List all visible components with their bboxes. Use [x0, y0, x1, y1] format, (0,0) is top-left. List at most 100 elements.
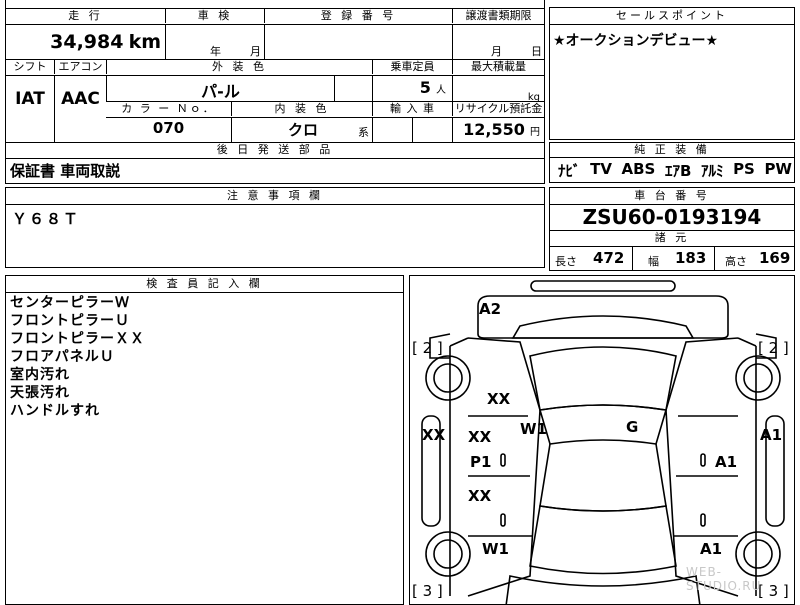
exterior-color-value: パ-ル: [106, 76, 334, 101]
windshield-shape: [529, 346, 677, 411]
registration-value-cell: [264, 25, 452, 59]
width-label: 幅: [648, 255, 659, 268]
tire-label-rear-left: [ 3 ]: [412, 582, 443, 600]
notes-header: 注 意 事 項 欄: [227, 189, 323, 202]
height-value: 169: [759, 249, 791, 267]
capacity-unit: 人: [436, 85, 446, 96]
vehicle-info-table: 走 行 車 検 登 録 番 号 譲渡書類期限 34,984 km 年 月 月 日…: [5, 0, 545, 184]
transfer-day-unit: 日: [531, 45, 542, 58]
length-label: 長さ: [555, 255, 577, 268]
row-divider: [550, 157, 794, 158]
damage-code: W1: [520, 420, 547, 438]
max-load-cell: kg: [452, 76, 544, 103]
transfer-month-unit: 月: [491, 45, 502, 58]
equipment-item: ｱﾙﾐ: [700, 162, 724, 180]
inspector-header: 検 査 員 記 入 欄: [146, 277, 263, 290]
sales-point-header: セールスポイント: [616, 9, 728, 22]
damage-code: P1: [470, 453, 492, 471]
rear-window-shape: [529, 505, 677, 575]
registration-header: 登 録 番 号: [264, 9, 452, 23]
capacity-cell: 5 人: [372, 76, 452, 101]
import-header: 輸 入 車: [372, 102, 452, 116]
notes-box: 注 意 事 項 欄 Ｙ６８Ｔ: [5, 187, 545, 268]
color-no-value: 070: [152, 119, 185, 137]
capacity-value: 5: [419, 78, 431, 97]
width-value: 183: [675, 249, 707, 267]
import-cell-a: [372, 118, 412, 142]
row-divider: [6, 158, 544, 159]
sales-point-value: ★オークションデビュー★: [553, 33, 719, 49]
shaken-month-unit: 月: [250, 45, 261, 58]
interior-color-value: クロ: [288, 121, 319, 139]
shaken-header: 車 検: [165, 9, 264, 23]
later-parts-header: 後 日 発 送 部 品: [216, 143, 334, 156]
damage-code: W1: [482, 540, 509, 558]
shaken-year-unit: 年: [210, 45, 221, 58]
inspector-line: 室内汚れ: [10, 367, 70, 383]
wheel-rim-shape: [743, 539, 773, 569]
mileage-value: 34,984: [50, 31, 124, 53]
inspector-box: 検 査 員 記 入 欄 センターピラーＷ フロントピラーＵ フロントピラーＸＸ …: [5, 275, 404, 605]
chassis-box: 車 台 番 号 ZSU60-0193194 諸 元 長さ 472 幅 183 高…: [549, 187, 795, 271]
inspector-line: 天張汚れ: [10, 385, 70, 401]
color-no-header: カ ラ ー Ｎｏ．: [121, 102, 216, 115]
inspector-line: フロントピラーＵ: [10, 313, 130, 329]
height-label: 高さ: [725, 255, 747, 268]
inspector-line: センターピラーＷ: [10, 295, 130, 311]
chassis-header: 車 台 番 号: [634, 189, 710, 202]
length-value: 472: [593, 249, 625, 267]
wheel-rim-shape: [743, 363, 773, 393]
car-diagram-box: [ 2 ] [ 2 ] [ 3 ] [ 3 ] A2 XX W1 G XX XX…: [409, 275, 795, 605]
equipment-item: ﾅﾋﾞ: [558, 162, 581, 180]
damage-code: A1: [715, 453, 738, 471]
shift-value: IAT: [15, 89, 45, 109]
wheel-front-right: [735, 355, 781, 401]
damage-code: XX: [468, 428, 492, 446]
exterior-color-blank: [334, 76, 372, 101]
recycle-unit: 円: [530, 127, 540, 138]
interior-header: 内 装 色: [231, 102, 372, 116]
equipment-item: ABS: [621, 160, 656, 178]
later-parts-value: 保証書 車両取説: [10, 162, 121, 180]
equipment-item: PS: [733, 160, 755, 178]
recycle-cell: 12,550 円: [452, 118, 544, 142]
width-cell: 幅 183: [632, 247, 714, 270]
exterior-header: 外 装 色: [106, 60, 372, 74]
aircon-value: AAC: [54, 76, 106, 142]
front-bumper-outline: [477, 295, 729, 339]
transfer-header: 譲渡書類期限: [452, 9, 544, 23]
door-handle-shape: [500, 513, 506, 527]
equipment-item: TV: [590, 160, 612, 178]
damage-code: G: [626, 418, 639, 436]
front-bumper-shape: [530, 280, 676, 292]
capacity-header: 乗車定員: [372, 60, 452, 74]
inspector-line: フロアパネルＵ: [10, 349, 115, 365]
transfer-value-cell: 月 日: [452, 25, 544, 59]
interior-cell: クロ 系: [231, 118, 372, 142]
equipment-item: PW: [764, 160, 792, 178]
aircon-header: エアコン: [54, 60, 106, 74]
equipment-list: ﾅﾋﾞ TV ABS ｴｱB ｱﾙﾐ PS PW: [558, 160, 792, 181]
equipment-header: 純 正 装 備: [634, 143, 710, 156]
length-cell: 長さ 472: [550, 247, 632, 270]
door-handle-shape: [500, 453, 506, 467]
trunk-outline: [505, 575, 701, 604]
mileage-header: 走 行: [68, 9, 103, 22]
inspector-lines: センターピラーＷ フロントピラーＵ フロントピラーＸＸ フロアパネルＵ 室内汚れ…: [10, 294, 145, 420]
shift-header: シフト: [13, 60, 47, 73]
inspector-line: ハンドルすれ: [10, 403, 100, 419]
damage-code: XX: [487, 390, 511, 408]
notes-value: Ｙ６８Ｔ: [12, 210, 81, 228]
cabin-outline: [539, 443, 667, 512]
tire-label-front-left: [ 2 ]: [412, 339, 443, 357]
shaken-value-cell: 年 月: [165, 25, 264, 59]
damage-code: A1: [700, 540, 723, 558]
damage-code: A1: [760, 426, 783, 444]
hood-outline: [511, 315, 695, 339]
damage-code: XX: [468, 487, 492, 505]
recycle-value: 12,550: [463, 120, 525, 139]
equipment-item: ｴｱB: [664, 162, 692, 180]
import-cell-b: [412, 118, 452, 142]
mileage-value-cell: 34,984 km: [6, 25, 165, 59]
damage-code: A2: [479, 300, 502, 318]
